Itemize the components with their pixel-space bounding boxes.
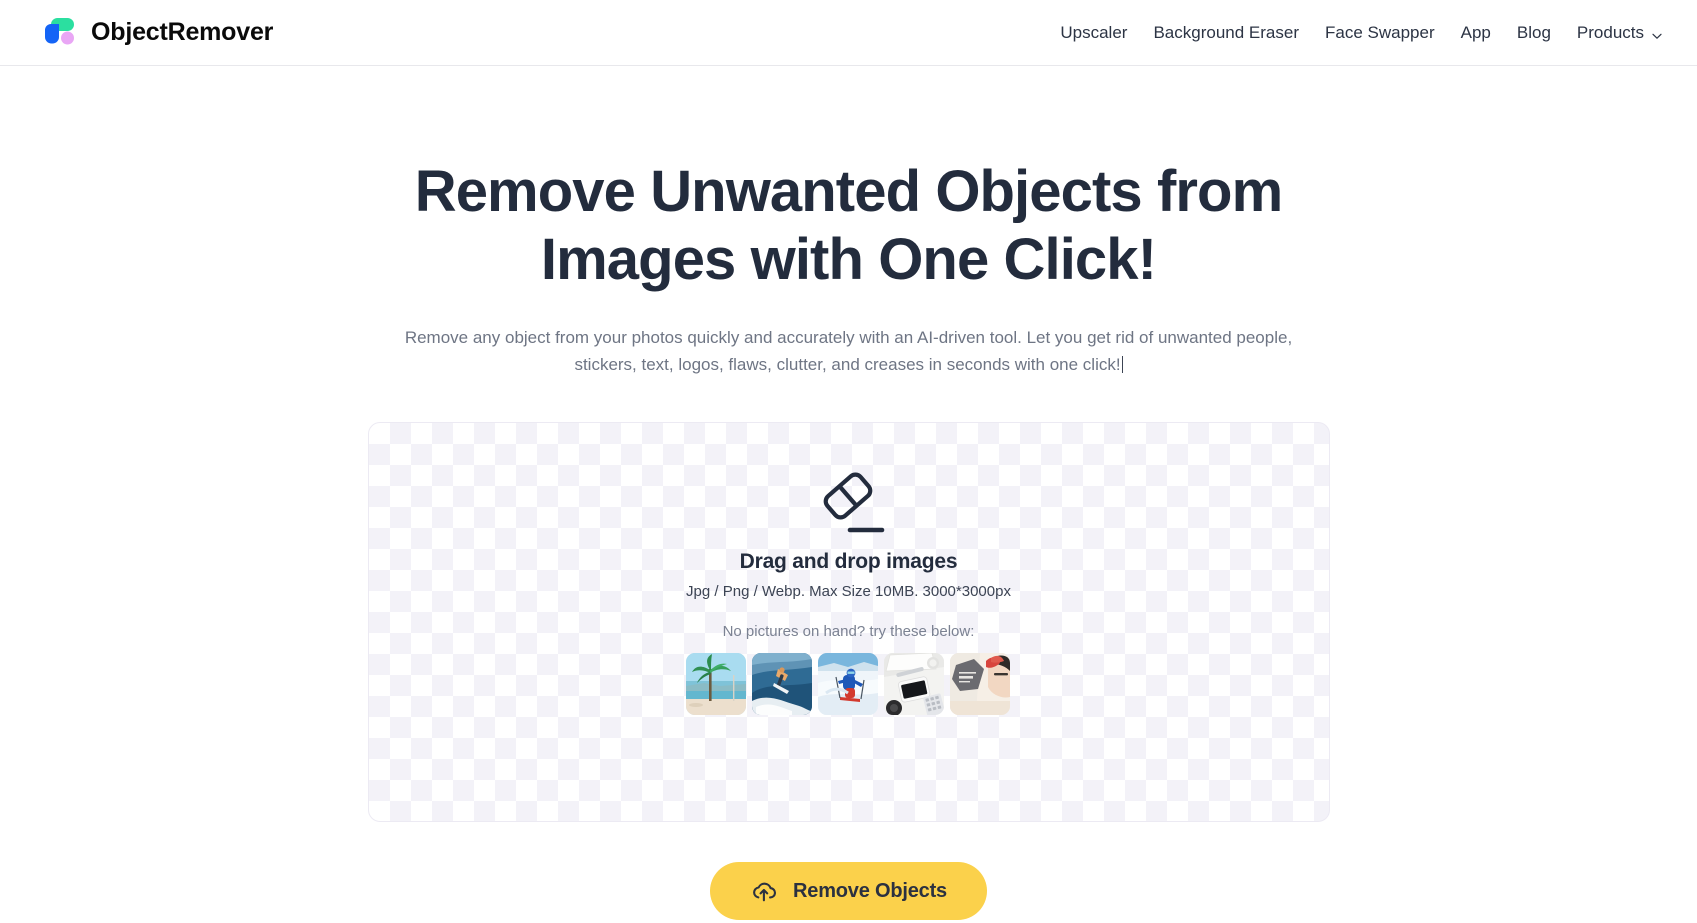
dropzone-title: Drag and drop images [739, 550, 958, 574]
nav-item-background-eraser[interactable]: Background Eraser [1140, 15, 1312, 51]
nav-item-face-swapper[interactable]: Face Swapper [1312, 15, 1448, 51]
sample-portrait-text[interactable] [950, 653, 1011, 716]
sample-skier[interactable] [818, 653, 879, 716]
image-dropzone[interactable]: Drag and drop images Jpg / Png / Webp. M… [367, 422, 1330, 823]
page-title: Remove Unwanted Objects from Images with… [414, 159, 1283, 292]
remove-objects-label: Remove Objects [793, 879, 947, 902]
nav-item-blog[interactable]: Blog [1504, 15, 1564, 51]
nav-item-upscaler[interactable]: Upscaler [1047, 15, 1140, 51]
eraser-icon [809, 466, 887, 538]
sample-image-list [686, 653, 1011, 716]
nav-label: App [1460, 22, 1491, 42]
dropzone-content: Drag and drop images Jpg / Png / Webp. M… [686, 466, 1011, 716]
page-subtitle: Remove any object from your photos quick… [386, 324, 1311, 378]
cloud-upload-icon [750, 879, 777, 903]
sample-palm-beach[interactable] [686, 653, 747, 716]
brand-logo-link[interactable]: ObjectRemover [42, 15, 273, 51]
objectremover-logo-icon [42, 15, 78, 51]
nav-label: Products [1576, 22, 1644, 42]
brand-name: ObjectRemover [91, 18, 274, 46]
dropzone-sample-hint: No pictures on hand? try these below: [722, 623, 975, 641]
dropzone-file-spec: Jpg / Png / Webp. Max Size 10MB. 3000*30… [686, 583, 1011, 601]
text-cursor [1121, 355, 1123, 373]
nav-label: Blog [1516, 22, 1551, 42]
nav-item-products[interactable]: Products [1564, 15, 1663, 51]
remove-objects-button[interactable]: Remove Objects [710, 862, 987, 921]
nav-item-app[interactable]: App [1448, 15, 1504, 51]
chevron-down-icon [1651, 27, 1663, 39]
sample-surfer[interactable] [752, 653, 813, 716]
sample-desk-phone[interactable] [884, 653, 945, 716]
nav-label: Background Eraser [1153, 22, 1299, 42]
main-content: Remove Unwanted Objects from Images with… [0, 66, 1697, 921]
main-navigation: Upscaler Background Eraser Face Swapper … [1047, 15, 1663, 51]
nav-label: Face Swapper [1325, 22, 1435, 42]
page-subtitle-text: Remove any object from your photos quick… [404, 327, 1293, 374]
site-header: ObjectRemover Upscaler Background Eraser… [0, 0, 1697, 66]
nav-label: Upscaler [1060, 22, 1128, 42]
